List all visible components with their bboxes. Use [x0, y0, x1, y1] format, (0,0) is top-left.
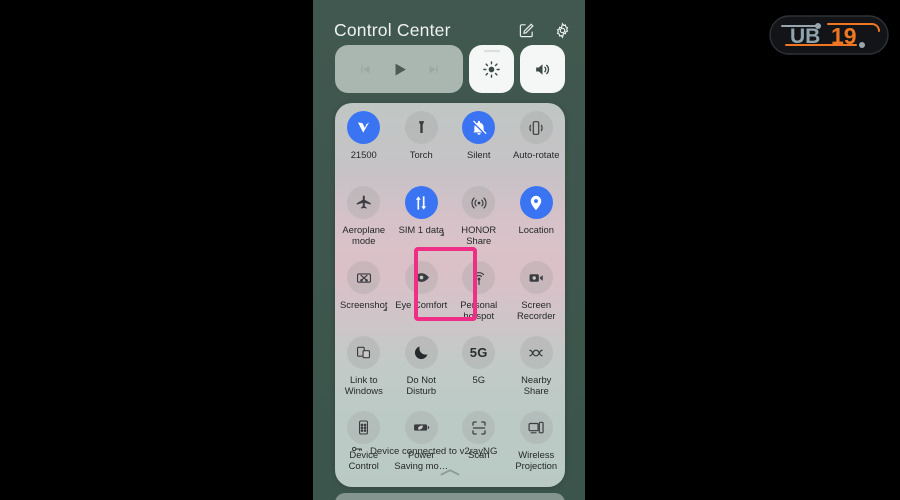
moon-icon[interactable]	[404, 336, 438, 369]
play-icon[interactable]	[390, 60, 409, 79]
phone-screen: Control Center 21500 Torch Silent Auto-r…	[313, 0, 585, 500]
5g-text-icon[interactable]: 5G	[462, 336, 496, 369]
skip-previous-icon[interactable]	[357, 62, 372, 77]
brightness-card[interactable]	[469, 45, 514, 93]
tile-personal-hotspot[interactable]: Personal hotspot	[450, 261, 508, 334]
quick-settings-grid: 21500 Torch Silent Auto-rotate Aeroplane…	[335, 111, 565, 484]
tile-screenshot[interactable]: Screenshot	[335, 261, 393, 334]
tile-label: Nearby Share	[521, 374, 552, 396]
media-player-card[interactable]	[335, 45, 463, 93]
eye-icon[interactable]	[404, 261, 438, 294]
scan-icon[interactable]	[462, 411, 496, 444]
expand-corner-icon[interactable]	[440, 232, 444, 236]
wireless-cast-icon[interactable]	[519, 411, 553, 444]
location-pin-icon[interactable]	[519, 186, 553, 219]
tile-nearby-share[interactable]: Nearby Share	[508, 336, 566, 409]
honor-share-icon[interactable]	[462, 186, 496, 219]
hotspot-icon[interactable]	[462, 261, 496, 294]
screenshot-canvas: Control Center 21500 Torch Silent Auto-r…	[0, 0, 900, 500]
5g-label: 5G	[469, 345, 488, 360]
volume-card[interactable]	[520, 45, 565, 93]
gear-icon[interactable]	[554, 22, 571, 39]
card-notch	[483, 50, 500, 52]
tile-label: Auto-rotate	[513, 149, 560, 160]
nearby-share-icon[interactable]	[519, 336, 553, 369]
tile-location[interactable]: Location	[508, 186, 566, 259]
mobile-data-icon[interactable]	[404, 186, 438, 219]
vpn-status-text: Device connected to v2rayNG	[370, 445, 498, 457]
tile-21500[interactable]: 21500	[335, 111, 393, 184]
tile-label: Personal hotspot	[460, 299, 498, 321]
watermark-logo: UB 19	[768, 12, 890, 58]
tile-label: HONOR Share	[461, 224, 497, 246]
tile-label: Location	[518, 224, 554, 235]
page-title: Control Center	[334, 20, 451, 40]
screen-recorder-icon[interactable]	[519, 261, 553, 294]
tile-label: Link to Windows	[344, 374, 383, 396]
tile-do-not-disturb[interactable]: Do Not Disturb	[393, 336, 451, 409]
v2rayng-icon[interactable]	[347, 111, 381, 144]
tile-label: Aeroplane mode	[342, 224, 386, 246]
tile-label: Screen Recorder	[516, 299, 556, 321]
link-to-windows-icon[interactable]	[347, 336, 381, 369]
tile-label: Silent	[467, 149, 491, 160]
tile-eye-comfort[interactable]: Eye Comfort	[393, 261, 451, 334]
tile-label: Do Not Disturb	[406, 374, 437, 396]
flashlight-icon[interactable]	[404, 111, 438, 144]
skip-next-icon[interactable]	[427, 62, 442, 77]
tile-label: 5G	[472, 374, 485, 385]
quick-settings-panel: 21500 Torch Silent Auto-rotate Aeroplane…	[335, 103, 565, 487]
screenshot-icon[interactable]	[347, 261, 381, 294]
vpn-status-row[interactable]: Device connected to v2rayNG	[351, 442, 497, 460]
svg-text:19: 19	[831, 23, 857, 49]
auto-rotate-icon[interactable]	[519, 111, 553, 144]
tile-silent[interactable]: Silent	[450, 111, 508, 184]
tile-link-to-windows[interactable]: Link to Windows	[335, 336, 393, 409]
tile-honor-share[interactable]: HONOR Share	[450, 186, 508, 259]
tile-screen-recorder[interactable]: Screen Recorder	[508, 261, 566, 334]
volume-icon[interactable]	[533, 60, 552, 79]
device-control-icon[interactable]	[347, 411, 381, 444]
quick-controls-strip	[335, 45, 565, 93]
tile-label: 21500	[350, 149, 377, 160]
tile-label: Torch	[409, 149, 433, 160]
brightness-icon[interactable]	[482, 60, 501, 79]
header-actions	[518, 22, 571, 39]
tile-torch[interactable]: Torch	[393, 111, 451, 184]
edit-square-icon[interactable]	[518, 22, 535, 39]
airplane-icon[interactable]	[347, 186, 381, 219]
collapse-handle[interactable]	[335, 464, 565, 482]
expand-corner-icon[interactable]	[382, 307, 387, 311]
svg-text:UB: UB	[790, 25, 820, 48]
vpn-key-icon	[351, 442, 363, 460]
tile-aeroplane-mode[interactable]: Aeroplane mode	[335, 186, 393, 259]
tile-sim-1-data[interactable]: SIM 1 data	[393, 186, 451, 259]
bell-muted-icon[interactable]	[462, 111, 496, 144]
tile-5g[interactable]: 5G 5G	[450, 336, 508, 409]
tile-label: Eye Comfort	[395, 299, 448, 310]
tile-auto-rotate[interactable]: Auto-rotate	[508, 111, 566, 184]
secondary-panel-peek	[335, 493, 565, 500]
chevron-up-icon[interactable]	[439, 464, 461, 482]
battery-saver-icon[interactable]	[404, 411, 438, 444]
control-center-header: Control Center	[313, 8, 585, 44]
